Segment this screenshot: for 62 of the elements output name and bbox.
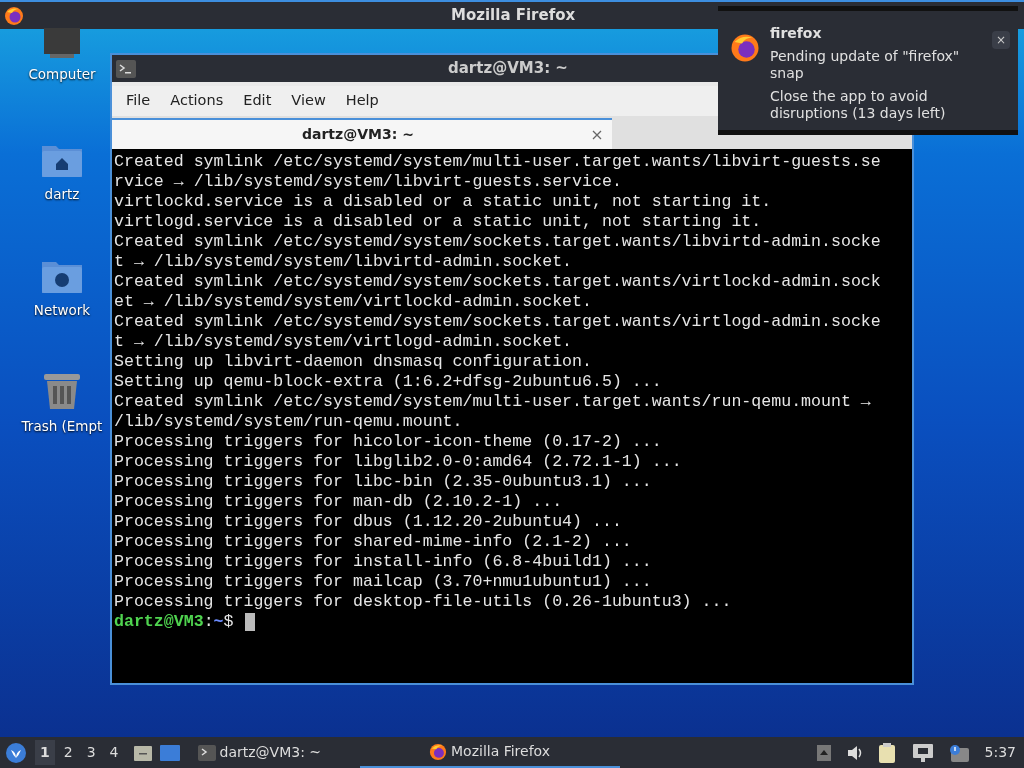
terminal-line: Created symlink /etc/systemd/system/multi-user.target.wants/libvirt-guests.se (114, 152, 882, 172)
icon-label: dartz (44, 185, 80, 204)
notification-app-name: firefox (770, 24, 823, 43)
tab[interactable]: dartz@VM3: ~ (112, 118, 612, 149)
taskbar-task[interactable]: Mozilla Firefox (359, 737, 620, 768)
terminal-line: Created symlink /etc/systemd/system/sockets.target.wants/libvirtd-admin.socke (114, 232, 882, 252)
terminal-line: t → /lib/systemd/system/virtlogd-admin.socket. (114, 332, 574, 352)
window-title: Mozilla Firefox (451, 5, 576, 27)
text-cursor (245, 613, 256, 631)
file-manager-icon[interactable] (133, 743, 152, 762)
workspace-button[interactable]: 4 (104, 740, 124, 765)
terminal-line: virtlogd.service is a disabled or a static unit, not starting it. (114, 212, 763, 232)
terminal-icon (116, 59, 136, 78)
start-menu-icon[interactable] (5, 741, 27, 764)
workspace-button[interactable]: 3 (81, 740, 101, 765)
clock: 5:37 (984, 743, 1016, 762)
menu-item[interactable]: Edit (233, 90, 282, 112)
terminal-line: Setting up qemu-block-extra (1:6.2+dfsg-2ubuntu6.5) ... (114, 372, 663, 392)
terminal-line: Processing triggers for mailcap (3.70+nmu1ubuntu1) ... (114, 572, 653, 592)
terminal-line: Processing triggers for install-info (6.8-4build1) ... (114, 552, 653, 572)
workspace-button[interactable]: 1 (35, 740, 55, 765)
close-button[interactable]: × (992, 31, 1010, 49)
menu-item[interactable]: Help (335, 90, 389, 112)
firefox-icon (730, 33, 760, 63)
terminal-line: Processing triggers for libglib2.0-0:amd64 (2.72.1-1) ... (114, 452, 683, 472)
terminal-line: Processing triggers for libc-bin (2.35-0ubuntu3.1) ... (114, 472, 653, 492)
network-icon[interactable] (912, 743, 933, 762)
terminal-line: Processing triggers for desktop-file-utils (0.26-1ubuntu3) ... (114, 592, 733, 612)
window-title: dartz@VM3: ~ (448, 58, 568, 80)
terminal-line: Processing triggers for hicolor-icon-theme (0.17-2) ... (114, 432, 663, 452)
menu-item[interactable]: Actions (160, 90, 234, 112)
terminal-line: Created symlink /etc/systemd/system/sockets.target.wants/virtlogd-admin.socke (114, 312, 882, 332)
terminal-line: Setting up libvirt-daemon dnsmasq configuration. (114, 352, 593, 372)
terminal-line: Processing triggers for shared-mime-info (2.1-2) ... (114, 532, 633, 552)
icon-label: Trash (Empt (21, 417, 103, 436)
terminal-line: Created symlink /etc/systemd/system/sockets.target.wants/virtlockd-admin.sock (114, 272, 882, 292)
terminal-line: Created symlink /etc/systemd/system/multi-user.target.wants/run-qemu.mount → (114, 392, 872, 412)
prompt-line: dartz@VM3:~$ (114, 612, 235, 632)
notification-body: Close the app to avoid disruptions (13 days left) (770, 88, 947, 122)
firefox-icon[interactable] (4, 5, 24, 26)
terminal-line: t → /lib/systemd/system/libvirtd-admin.socket. (114, 252, 574, 272)
icon-label: Computer (28, 65, 96, 84)
clipboard-icon[interactable] (878, 742, 897, 763)
icon-label: Network (33, 301, 91, 320)
close-icon[interactable] (592, 129, 602, 140)
terminal-line: virtlockd.service is a disabled or a static unit, not starting it. (114, 192, 773, 212)
tab-label: dartz@VM3: ~ (302, 125, 414, 144)
firefox-icon (429, 742, 447, 761)
menu-item[interactable]: File (116, 90, 161, 112)
terminal-line: rvice → /lib/systemd/system/libvirt-guests.service. (114, 172, 623, 192)
update-notifier-icon[interactable] (948, 743, 969, 762)
taskbar-task[interactable]: dartz@VM3: ~ (189, 737, 360, 768)
terminal-line: /lib/systemd/system/run-qemu.mount. (114, 412, 464, 432)
terminal-icon (197, 744, 216, 761)
terminal-line: et → /lib/systemd/system/virtlockd-admin.socket. (114, 292, 593, 312)
notification-summary: Pending update of "firefox" snap (770, 48, 961, 82)
terminal-line: Processing triggers for dbus (1.12.20-2ubuntu4) ... (114, 512, 623, 532)
menu-item[interactable]: View (281, 90, 336, 112)
terminal-line: Processing triggers for man-db (2.10.2-1) ... (114, 492, 564, 512)
desktop-icon[interactable] (159, 744, 180, 761)
workspace-button[interactable]: 2 (58, 740, 78, 765)
speaker-icon[interactable] (846, 744, 863, 761)
